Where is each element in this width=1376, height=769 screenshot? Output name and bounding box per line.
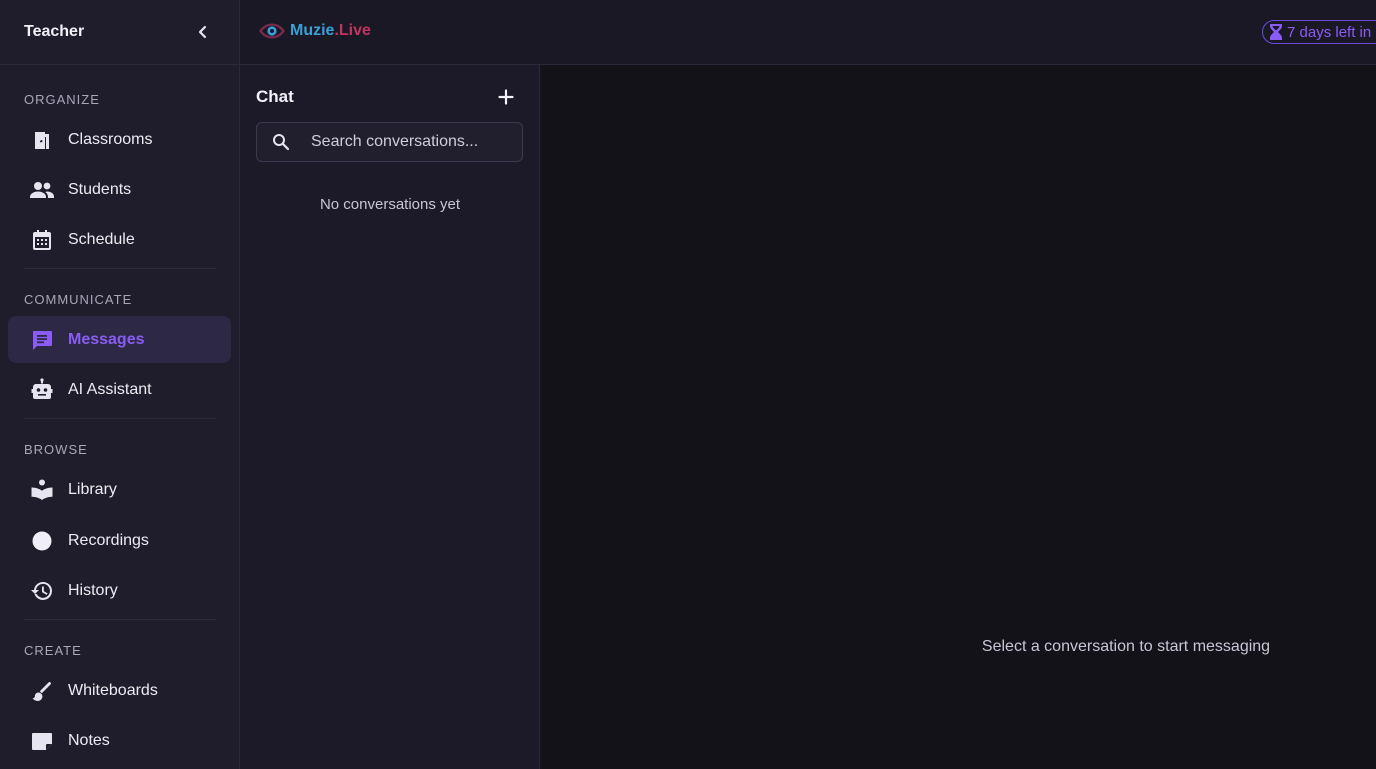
- search-input[interactable]: [311, 133, 511, 151]
- sidebar-item-students[interactable]: Students: [8, 166, 231, 213]
- sidebar-item-history[interactable]: History: [8, 567, 231, 614]
- book-icon: [28, 476, 56, 504]
- history-icon: [28, 577, 56, 605]
- trial-badge[interactable]: 7 days left in: [1262, 20, 1376, 44]
- app-root: Teacher ORGANIZE Classrooms Students Sch…: [0, 0, 1376, 769]
- door-icon: [28, 126, 56, 154]
- search-icon: [271, 132, 291, 152]
- section-label-communicate: COMMUNICATE: [24, 292, 133, 307]
- sidebar-item-whiteboards[interactable]: Whiteboards: [8, 667, 231, 714]
- sidebar-item-label: History: [68, 581, 118, 599]
- sidebar-item-ai-assistant[interactable]: AI Assistant: [8, 366, 231, 413]
- section-label-organize: ORGANIZE: [24, 92, 100, 107]
- empty-conversations-text: No conversations yet: [319, 196, 461, 213]
- sidebar-item-messages[interactable]: Messages: [8, 316, 231, 363]
- new-conversation-button[interactable]: [495, 86, 517, 108]
- search-box[interactable]: [256, 122, 523, 162]
- calendar-icon: [28, 226, 56, 254]
- robot-icon: [28, 376, 56, 404]
- select-conversation-hint: Select a conversation to start messaging: [981, 638, 1271, 655]
- conversation-area: Select a conversation to start messaging: [540, 65, 1376, 769]
- sidebar-item-library[interactable]: Library: [8, 466, 231, 513]
- section-divider: [24, 619, 216, 620]
- logo-text: Muzie.Live: [290, 22, 371, 40]
- eye-logo-icon: [259, 23, 285, 39]
- section-label-browse: BROWSE: [24, 442, 88, 457]
- hourglass-icon: [1270, 24, 1282, 40]
- section-divider: [24, 268, 216, 269]
- section-divider: [24, 418, 216, 419]
- sidebar-item-label: Messages: [68, 330, 145, 348]
- brush-icon: [28, 677, 56, 705]
- sidebar-item-label: Schedule: [68, 230, 135, 248]
- top-bar: Muzie.Live 7 days left in: [240, 0, 1376, 65]
- sidebar-item-classrooms[interactable]: Classrooms: [8, 116, 231, 163]
- app-logo[interactable]: Muzie.Live: [258, 19, 371, 43]
- sidebar-item-schedule[interactable]: Schedule: [8, 216, 231, 263]
- sidebar-item-label: Whiteboards: [68, 681, 158, 699]
- logo-text-accent: .Live: [334, 22, 371, 39]
- sidebar-item-recordings[interactable]: Recordings: [8, 517, 231, 564]
- sidebar-item-label: AI Assistant: [68, 380, 152, 398]
- sidebar-item-label: Classrooms: [68, 130, 153, 148]
- sidebar-title: Teacher: [24, 23, 85, 40]
- collapse-sidebar-button[interactable]: [191, 20, 215, 44]
- section-label-create: CREATE: [24, 643, 82, 658]
- chevron-left-icon: [198, 25, 207, 39]
- sidebar-header: Teacher: [0, 0, 239, 65]
- chat-panel: Chat No conversations yet: [240, 65, 540, 769]
- sidebar-item-label: Recordings: [68, 531, 149, 549]
- sidebar-item-label: Notes: [68, 731, 110, 749]
- trial-badge-text: 7 days left in: [1287, 23, 1372, 41]
- chat-title: Chat: [256, 87, 294, 106]
- sidebar-item-label: Students: [68, 180, 132, 198]
- note-icon: [28, 727, 56, 755]
- people-icon: [28, 176, 56, 204]
- message-icon: [28, 326, 56, 354]
- sidebar-item-notes[interactable]: Notes: [8, 717, 231, 764]
- plus-icon: [498, 89, 514, 105]
- logo-text-main: Muzie: [290, 22, 335, 39]
- sidebar: Teacher ORGANIZE Classrooms Students Sch…: [0, 0, 240, 769]
- sidebar-item-label: Library: [68, 480, 117, 498]
- record-icon: [28, 527, 56, 555]
